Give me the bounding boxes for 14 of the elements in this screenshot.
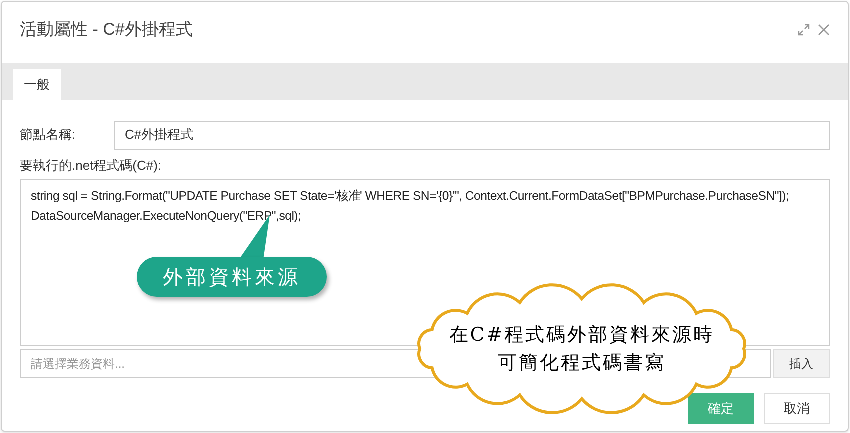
- cloud-text: 在C#程式碼外部資料來源時: [449, 323, 715, 348]
- code-line: DataSourceManager.ExecuteNonQuery("ERP",sql);: [31, 208, 302, 225]
- window-title: 活動屬性 - C#外掛程式: [20, 19, 193, 42]
- expand-icon[interactable]: [798, 24, 810, 36]
- field-label: 要執行的.net程式碼(C#):: [20, 157, 162, 175]
- cloud-text: 可簡化程式碼書寫: [498, 351, 666, 376]
- code-line: string sql = String.Format("UPDATE Purchase SET State='核准' WHERE SN='{0}'", Context.Current.FormDataSet["BPMPurchase.PurchaseSN"]);: [31, 188, 790, 205]
- cancel-button[interactable]: 取消: [764, 393, 830, 424]
- field-label: 節點名稱:: [20, 126, 77, 144]
- node-name-input[interactable]: C#外掛程式: [114, 120, 830, 150]
- insert-button[interactable]: 插入: [773, 349, 830, 378]
- tab[interactable]: 一般: [13, 69, 61, 100]
- callout-text: 外部資料來源: [163, 264, 301, 291]
- close-icon[interactable]: [818, 24, 830, 36]
